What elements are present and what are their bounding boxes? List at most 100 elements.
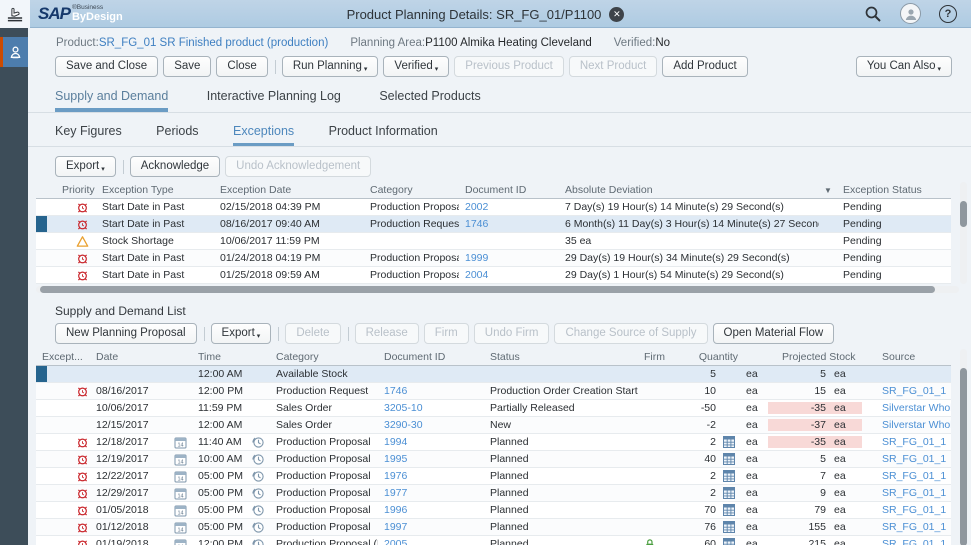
scrollbar-thumb[interactable] <box>960 368 967 545</box>
supply-row[interactable]: 12:00 AMAvailable Stock5ea5ea <box>36 366 951 383</box>
source-link[interactable]: SR_FG_01_1 <box>882 385 946 397</box>
exception-row-selected[interactable]: Start Date in Past 08/16/2017 09:40 AM P… <box>36 216 951 233</box>
user-avatar[interactable] <box>900 3 921 24</box>
clock-icon[interactable] <box>252 504 265 517</box>
scrollbar-thumb[interactable] <box>40 286 935 293</box>
menu-button[interactable] <box>0 0 30 28</box>
delete-button[interactable]: Delete <box>285 323 340 344</box>
firm-button[interactable]: Firm <box>424 323 469 344</box>
clock-icon[interactable] <box>252 487 265 500</box>
supply-row[interactable]: 08/16/201712:00 PMProduction Request1746… <box>36 383 951 400</box>
value-help-grid-icon[interactable] <box>723 487 735 499</box>
document-link[interactable]: 1995 <box>384 453 407 465</box>
supply-row[interactable]: 01/12/20181405:00 PMProduction Proposal1… <box>36 519 951 536</box>
calendar-icon[interactable]: 14 <box>174 487 187 500</box>
source-link[interactable]: SR_FG_01_1 <box>882 521 946 533</box>
clock-icon[interactable] <box>252 436 265 449</box>
exception-row[interactable]: Stock Shortage 10/06/2017 11:59 PM 35 ea… <box>36 233 951 250</box>
open-material-flow-button[interactable]: Open Material Flow <box>713 323 835 344</box>
value-help-grid-icon[interactable] <box>723 470 735 482</box>
clock-icon[interactable] <box>252 470 265 483</box>
source-link[interactable]: SR_FG_01_1 <box>882 470 946 482</box>
subtab-exceptions[interactable]: Exceptions <box>233 120 294 146</box>
sidebar-item-planner[interactable] <box>0 37 28 67</box>
undo-firm-button[interactable]: Undo Firm <box>474 323 550 344</box>
verified-button[interactable]: Verified <box>383 56 449 77</box>
clock-icon[interactable] <box>252 521 265 534</box>
source-link[interactable]: SR_FG_01_1 <box>882 436 946 448</box>
tab-selected-products[interactable]: Selected Products <box>379 85 480 112</box>
document-link[interactable]: 1994 <box>384 436 407 448</box>
close-page-icon[interactable]: ✕ <box>609 7 624 22</box>
close-button[interactable]: Close <box>216 56 267 77</box>
value-help-grid-icon[interactable] <box>723 436 735 448</box>
supply-row[interactable]: 12/22/20171405:00 PMProduction Proposal1… <box>36 468 951 485</box>
document-link[interactable]: 1999 <box>465 252 488 264</box>
document-link[interactable]: 2004 <box>465 269 488 281</box>
document-link[interactable]: 2005 <box>384 538 407 545</box>
exceptions-horizontal-scrollbar[interactable] <box>36 286 959 293</box>
exception-row[interactable]: Start Date in Past 01/25/2018 09:59 AM P… <box>36 267 951 284</box>
supply-row[interactable]: 12/18/20171411:40 AMProduction Proposal1… <box>36 434 951 451</box>
clock-icon[interactable] <box>252 538 265 545</box>
tab-supply-and-demand[interactable]: Supply and Demand <box>55 85 168 112</box>
calendar-icon[interactable]: 14 <box>174 521 187 534</box>
supply-row[interactable]: 01/05/20181405:00 PMProduction Proposal1… <box>36 502 951 519</box>
export-button[interactable]: Export <box>211 323 272 344</box>
save-button[interactable]: Save <box>163 56 211 77</box>
document-link[interactable]: 3290-30 <box>384 419 423 431</box>
change-source-of-supply-button[interactable]: Change Source of Supply <box>554 323 707 344</box>
value-help-grid-icon[interactable] <box>723 538 735 545</box>
document-link[interactable]: 3205-10 <box>384 402 423 414</box>
calendar-icon[interactable]: 14 <box>174 538 187 545</box>
help-icon[interactable]: ? <box>939 5 957 23</box>
value-help-grid-icon[interactable] <box>723 453 735 465</box>
supply-row[interactable]: 12/19/20171410:00 AMProduction Proposal1… <box>36 451 951 468</box>
source-link[interactable]: Silverstar Whol... <box>882 402 951 414</box>
source-link[interactable]: SR_FG_01_1 <box>882 504 946 516</box>
value-help-grid-icon[interactable] <box>723 521 735 533</box>
supply-row[interactable]: 01/19/20181412:00 PMProduction Proposal … <box>36 536 951 545</box>
source-link[interactable]: SR_FG_01_1 <box>882 453 946 465</box>
exceptions-vertical-scrollbar[interactable] <box>960 182 967 284</box>
document-link[interactable]: 1746 <box>465 218 488 230</box>
add-product-button[interactable]: Add Product <box>662 56 747 77</box>
calendar-icon[interactable]: 14 <box>174 453 187 466</box>
supply-row[interactable]: 12/29/20171405:00 PMProduction Proposal1… <box>36 485 951 502</box>
clock-icon[interactable] <box>252 453 265 466</box>
document-link[interactable]: 1997 <box>384 521 407 533</box>
subtab-product-information[interactable]: Product Information <box>329 120 438 146</box>
new-planning-proposal-button[interactable]: New Planning Proposal <box>55 323 197 344</box>
next-product-button[interactable]: Next Product <box>569 56 657 77</box>
supply-row[interactable]: 12/15/201712:00 AMSales Order3290-30New-… <box>36 417 951 434</box>
calendar-icon[interactable]: 14 <box>174 470 187 483</box>
source-link[interactable]: SR_FG_01_1 <box>882 538 946 545</box>
calendar-icon[interactable]: 14 <box>174 436 187 449</box>
release-button[interactable]: Release <box>355 323 419 344</box>
scrollbar-thumb[interactable] <box>960 201 967 227</box>
acknowledge-button[interactable]: Acknowledge <box>130 156 220 177</box>
subtab-periods[interactable]: Periods <box>156 120 198 146</box>
undo-acknowledgement-button[interactable]: Undo Acknowledgement <box>225 156 371 177</box>
exception-row[interactable]: Start Date in Past 02/15/2018 04:39 PM P… <box>36 199 951 216</box>
sort-descending-icon[interactable]: ▼ <box>819 186 837 195</box>
previous-product-button[interactable]: Previous Product <box>454 56 564 77</box>
document-link[interactable]: 2002 <box>465 201 488 213</box>
tab-interactive-planning-log[interactable]: Interactive Planning Log <box>207 85 341 112</box>
exception-row[interactable]: Start Date in Past 01/24/2018 04:19 PM P… <box>36 250 951 267</box>
export-button[interactable]: Export <box>55 156 116 177</box>
product-link[interactable]: SR_FG_01 SR Finished product (production… <box>99 37 328 49</box>
value-help-grid-icon[interactable] <box>723 504 735 516</box>
save-and-close-button[interactable]: Save and Close <box>55 56 158 77</box>
supply-vertical-scrollbar[interactable] <box>960 349 967 545</box>
search-icon[interactable] <box>864 5 882 23</box>
you-can-also-button[interactable]: You Can Also <box>856 56 952 77</box>
document-link[interactable]: 1977 <box>384 487 407 499</box>
run-planning-button[interactable]: Run Planning <box>282 56 379 77</box>
calendar-icon[interactable]: 14 <box>174 504 187 517</box>
document-link[interactable]: 1976 <box>384 470 407 482</box>
document-link[interactable]: 1996 <box>384 504 407 516</box>
subtab-key-figures[interactable]: Key Figures <box>55 120 122 146</box>
document-link[interactable]: 1746 <box>384 385 407 397</box>
source-link[interactable]: Silverstar Whol... <box>882 419 951 431</box>
